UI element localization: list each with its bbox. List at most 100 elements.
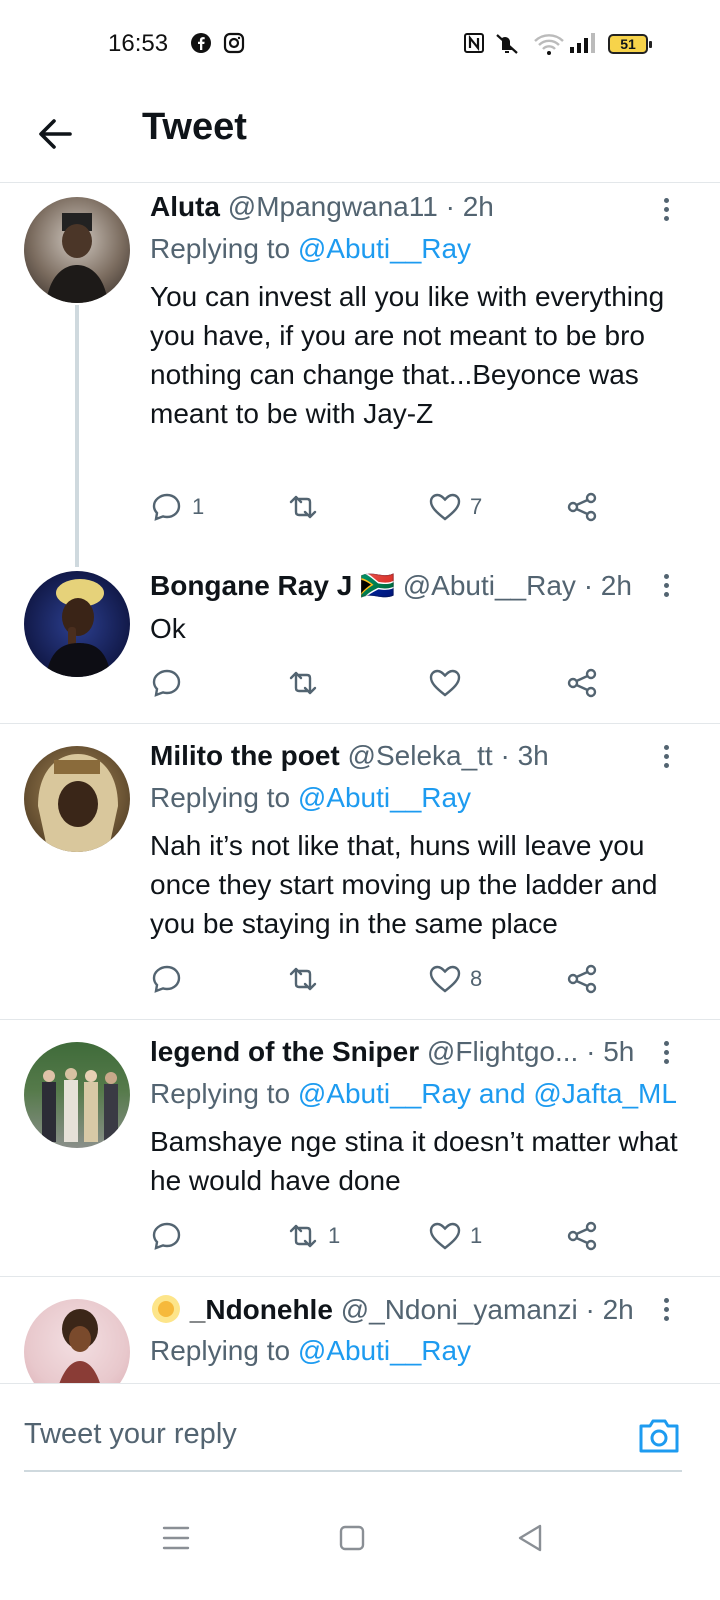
reply-underline [24,1470,682,1472]
share-button[interactable] [565,663,599,703]
more-icon[interactable] [654,1295,678,1329]
more-icon[interactable] [654,571,678,605]
reply-button[interactable] [150,959,192,999]
like-button[interactable]: 8 [428,959,482,999]
replying-to: Replying to @Abuti__Ray [150,1335,472,1366]
signal-icon [570,33,595,53]
replying-to: Replying to @Abuti__Ray [150,782,472,813]
author-handle[interactable]: @Seleka_tt [348,740,493,771]
tweet-meta: Aluta @Mpangwana11 · 2h [150,191,494,222]
reply-icon [152,965,181,993]
tweet-4[interactable]: legend of the Sniper @Flightgo... · 5h R… [0,1020,720,1277]
like-count: 8 [470,966,483,991]
tweet-meta: Milito the poet @Seleka_tt · 3h [150,740,549,771]
like-button[interactable] [428,663,470,703]
tweet-meta: legend of the Sniper @Flightgo... · 5h [150,1036,635,1067]
status-bar: 16:53 51 [0,0,720,90]
tweet-time: 5h [603,1036,635,1067]
share-icon [567,964,597,994]
retweet-icon [289,1224,317,1248]
more-icon[interactable] [654,742,678,776]
tweet-3[interactable]: Milito the poet @Seleka_tt · 3h Replying… [0,724,720,1020]
more-icon[interactable] [654,1038,678,1072]
reply-icon [152,669,181,697]
avatar[interactable] [24,1299,130,1383]
tweet-text: Nah it’s not like that, huns will leave … [150,830,658,939]
tweet-time: 2h [600,570,632,601]
tweet-meta: _Ndonehle @_Ndoni_yamanzi · 2h [150,1293,634,1326]
share-button[interactable] [565,959,599,999]
like-button[interactable]: 1 [428,1216,482,1256]
header: Tweet [0,90,720,183]
share-button[interactable] [565,487,599,527]
reply-button[interactable] [150,1216,192,1256]
home-icon[interactable] [332,1518,372,1558]
tweet-1[interactable]: Aluta @Mpangwana11 · 2h Replying to @Abu… [0,183,720,563]
like-icon [429,669,461,697]
flag-icon: 🇿🇦 [360,570,395,601]
retweet-button[interactable]: 1 [286,1216,340,1256]
reply-button[interactable] [150,663,192,703]
avatar[interactable] [24,1042,130,1148]
author-handle[interactable]: @Abuti__Ray [403,570,576,601]
tweet-5[interactable]: _Ndonehle @_Ndoni_yamanzi · 2h Replying … [0,1277,720,1383]
tweet-2[interactable]: Bongane Ray J 🇿🇦 @Abuti__Ray · 2h Ok [0,563,720,724]
replying-to: Replying to @Abuti__Ray and @Jafta_ML [150,1078,677,1109]
system-nav-bar [0,1490,720,1600]
share-icon [567,1221,597,1251]
author-name[interactable]: Bongane Ray J [150,570,352,601]
reply-icon [152,1222,181,1250]
author-name[interactable]: Milito the poet [150,740,340,771]
author-name[interactable]: legend of the Sniper [150,1036,419,1067]
tweet-actions: 1 1 [150,1216,620,1256]
tweet-actions: 8 [150,959,620,999]
retweet-icon [289,495,317,519]
like-icon [429,1222,461,1250]
reply-button[interactable]: 1 [150,487,204,527]
back-nav-icon[interactable] [510,1518,550,1558]
like-count: 1 [470,1223,483,1248]
mute-icon [496,34,518,54]
share-button[interactable] [565,1216,599,1256]
page-title: Tweet [142,106,247,148]
back-arrow-icon[interactable] [34,112,78,156]
tweet-text: You can invest all you like with everyth… [150,281,665,429]
like-icon [429,493,461,521]
author-handle[interactable]: @_Ndoni_yamanzi [341,1294,578,1325]
wifi-icon [534,34,564,55]
avatar[interactable] [24,197,130,303]
replying-to-link[interactable]: @Abuti__Ray [298,233,471,264]
reply-bar [0,1383,720,1484]
retweet-button[interactable] [286,487,328,527]
author-handle[interactable]: @Flightgo... [427,1036,578,1067]
retweet-icon [289,967,317,991]
share-icon [567,668,597,698]
camera-icon[interactable] [636,1412,682,1458]
tweet-meta: Bongane Ray J 🇿🇦 @Abuti__Ray · 2h [150,570,632,601]
avatar[interactable] [24,746,130,852]
nfc-icon [464,33,484,53]
replying-to: Replying to @Abuti__Ray [150,233,472,264]
thread-line [75,305,79,567]
avatar[interactable] [24,571,130,677]
tweet-actions [150,663,620,703]
retweet-button[interactable] [286,959,328,999]
replying-to-link[interactable]: @Abuti__Ray and @Jafta_ML [298,1078,677,1109]
retweet-button[interactable] [286,663,328,703]
replying-to-link[interactable]: @Abuti__Ray [298,782,471,813]
facebook-icon [191,33,211,53]
like-count: 7 [470,494,483,519]
author-name[interactable]: Aluta [150,191,220,222]
more-icon[interactable] [654,195,678,229]
reply-count: 1 [192,494,205,519]
instagram-icon [223,32,245,54]
reply-icon [152,493,181,521]
tweet-text: Ok [150,613,186,644]
like-button[interactable]: 7 [428,487,482,527]
tweet-time: 2h [462,191,494,222]
replying-to-link[interactable]: @Abuti__Ray [298,1335,471,1366]
reply-input[interactable] [24,1406,614,1462]
author-name[interactable]: _Ndonehle [190,1294,333,1325]
author-handle[interactable]: @Mpangwana11 [228,191,438,222]
menu-icon[interactable] [156,1518,196,1558]
